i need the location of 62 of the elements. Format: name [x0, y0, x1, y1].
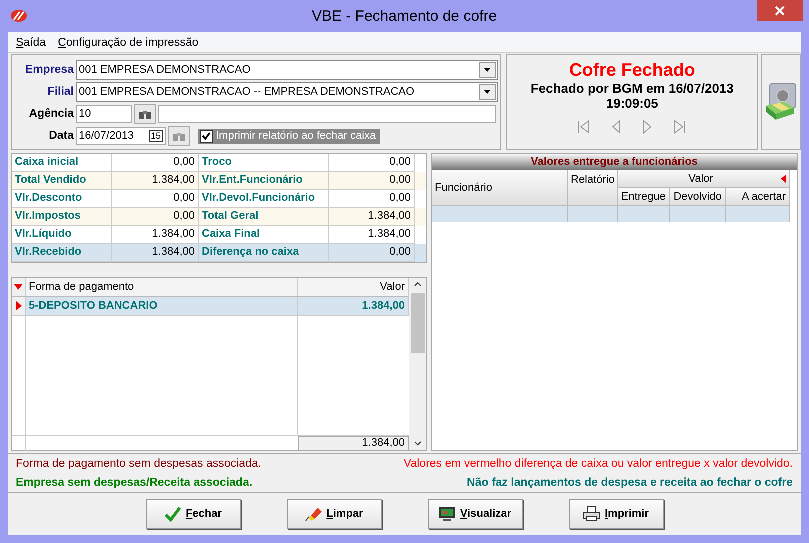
app-logo-icon	[10, 9, 28, 23]
agency-name-field[interactable]	[158, 105, 496, 123]
note-text: Empresa sem despesas/Receita associada.	[16, 476, 254, 488]
column-group-header[interactable]: Valor	[618, 170, 790, 188]
column-header[interactable]: A acertar	[726, 188, 790, 206]
date-field[interactable]: 16/07/2013 15	[76, 127, 166, 145]
menu-item[interactable]: Saída	[16, 37, 46, 49]
field-label: Filial	[46, 86, 74, 98]
note-text: Valores em vermelho diferença de caixa ou valor entregue x valor devolvido.	[404, 458, 793, 470]
summary-value: 0,00	[329, 244, 415, 262]
status-title: Cofre Fechado	[569, 60, 696, 81]
next-record-icon[interactable]	[643, 120, 652, 134]
sort-arrow-icon	[14, 284, 23, 290]
dropdown-arrow-icon	[484, 90, 492, 94]
close-icon	[775, 6, 785, 16]
close-button[interactable]	[757, 0, 803, 21]
action-button[interactable]: Imprimir	[568, 499, 664, 529]
branch-dropdown[interactable]: 001 EMPRESA DEMONSTRACAO -- EMPRESA DEMONSTRACAO	[76, 82, 498, 102]
field-label: Data	[48, 130, 74, 142]
status-detail: Fechado por BGM em 16/07/2013	[530, 81, 734, 96]
first-record-icon[interactable]	[578, 120, 590, 134]
printer-icon	[582, 506, 601, 522]
status-time: 19:09:05	[606, 96, 658, 111]
summary-label: Diferença no caixa	[199, 244, 329, 262]
summary-value: 1.384,00	[112, 244, 199, 262]
scrollbar-thumb[interactable]	[410, 293, 424, 353]
eraser-icon	[304, 506, 323, 522]
safe-with-money-icon	[764, 82, 798, 122]
column-header[interactable]: Forma de pagamento	[26, 278, 298, 296]
checkmark-icon	[202, 132, 211, 140]
field-label: Empresa	[24, 64, 74, 76]
agency-field[interactable]: 10	[76, 105, 132, 123]
column-header[interactable]: Relatório	[568, 170, 618, 206]
vertical-scrollbar[interactable]	[409, 278, 426, 450]
action-button[interactable]: Visualizar	[428, 499, 522, 529]
collapse-arrow-icon	[781, 174, 786, 182]
monitor-icon	[438, 506, 456, 522]
scroll-up-icon[interactable]	[414, 282, 422, 287]
note-text: Não faz lançamentos de despesa e receita ao fechar o cofre	[467, 476, 793, 488]
column-header[interactable]: Entregue	[618, 188, 670, 206]
action-button[interactable]: Limpar	[286, 499, 382, 529]
column-header[interactable]: Devolvido	[670, 188, 726, 206]
payment-total: 1.384,00	[298, 436, 409, 451]
menu-item[interactable]: Configuração de impressão	[58, 37, 199, 49]
current-row-icon	[16, 301, 22, 311]
panel-title: Valores entregue a funcionários	[432, 154, 797, 170]
binoculars-icon	[172, 130, 186, 142]
field-label: Agência	[28, 108, 74, 120]
note-text: Forma de pagamento sem despesas associada.	[16, 458, 262, 470]
column-header[interactable]: Funcionário	[432, 170, 568, 206]
dropdown-arrow-icon	[484, 68, 492, 72]
company-dropdown[interactable]: 001 EMPRESA DEMONSTRACAO	[76, 60, 498, 80]
scroll-down-icon[interactable]	[414, 441, 422, 446]
search-button[interactable]	[134, 104, 156, 124]
previous-record-icon[interactable]	[612, 120, 622, 134]
action-button[interactable]: Fechar	[146, 499, 240, 529]
checkmark-icon	[164, 506, 182, 522]
binoculars-icon	[138, 108, 152, 120]
window-title: VBE - Fechamento de cofre	[310, 8, 498, 24]
print-checkbox[interactable]: Imprimir relatório ao fechar caixa	[198, 128, 380, 144]
last-record-icon[interactable]	[674, 120, 686, 134]
summary-label: Vlr.Recebido	[12, 244, 112, 262]
